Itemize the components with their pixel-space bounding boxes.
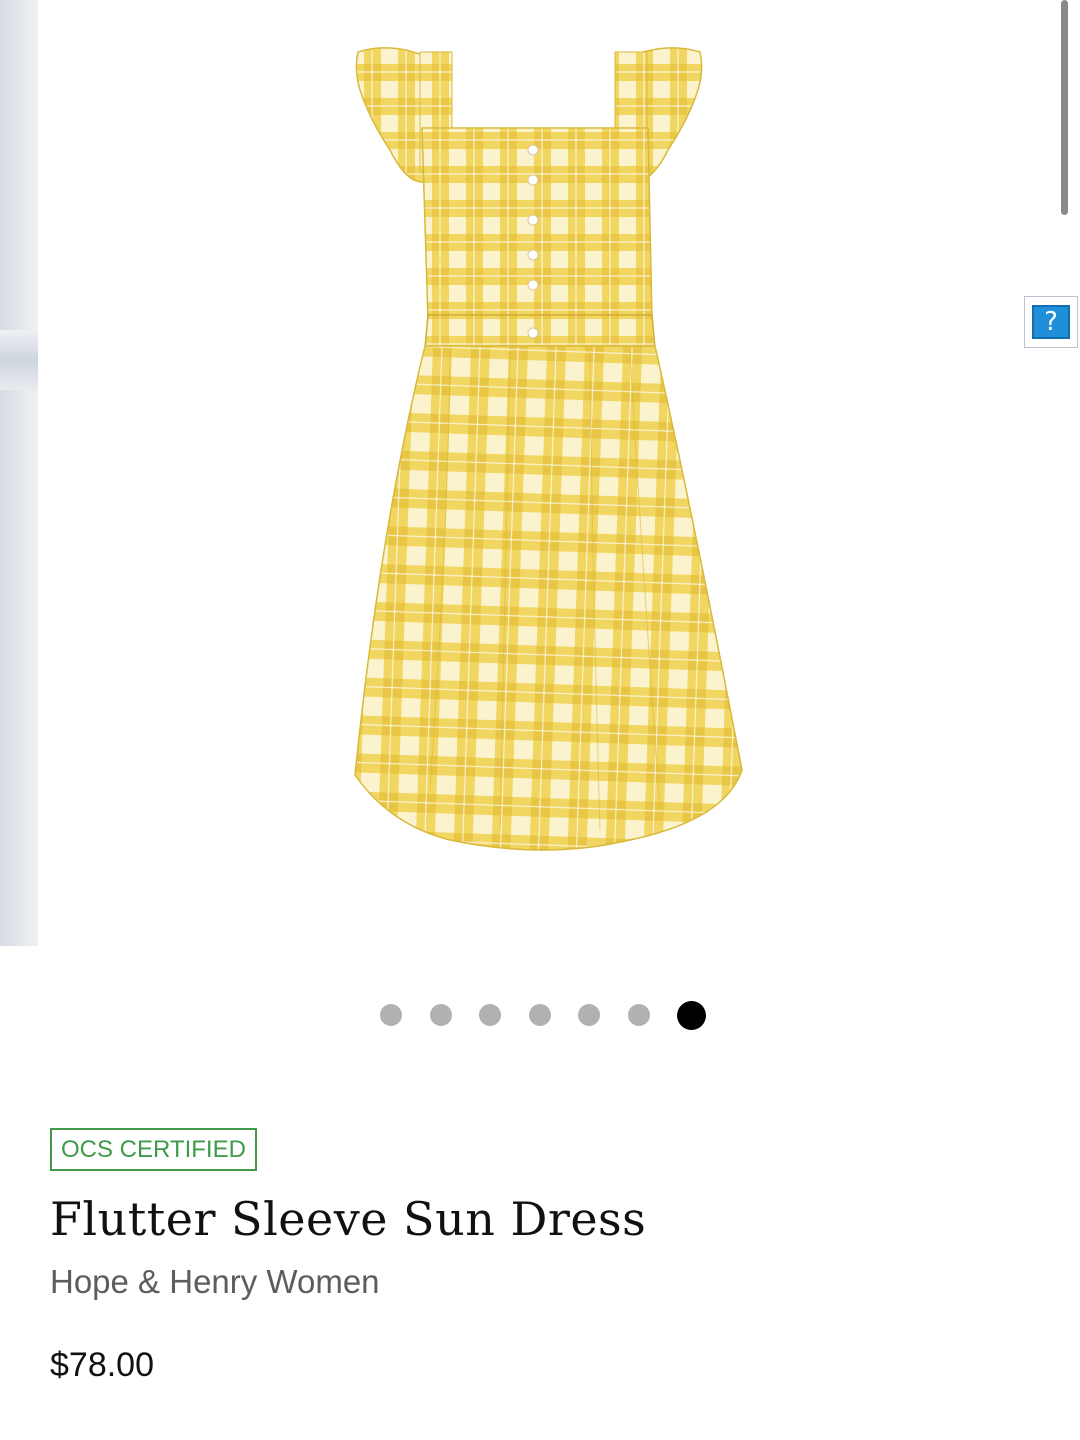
product-title: Flutter Sleeve Sun Dress bbox=[50, 1192, 647, 1246]
carousel-dot-5[interactable] bbox=[578, 1004, 600, 1026]
previous-slide-peek[interactable] bbox=[0, 0, 38, 946]
product-image-gallery[interactable] bbox=[0, 0, 1080, 946]
carousel-pagination bbox=[380, 1000, 706, 1030]
product-price: $78.00 bbox=[50, 1346, 154, 1384]
carousel-dot-6[interactable] bbox=[627, 1004, 650, 1026]
product-image[interactable] bbox=[330, 30, 770, 870]
carousel-dot-4[interactable] bbox=[528, 1004, 551, 1026]
carousel-dot-3[interactable] bbox=[479, 1004, 501, 1026]
previous-slide-image bbox=[0, 330, 38, 390]
product-brand[interactable]: Hope & Henry Women bbox=[50, 1263, 380, 1301]
certification-badge: OCS CERTIFIED bbox=[50, 1128, 257, 1171]
carousel-dot-2[interactable] bbox=[429, 1004, 452, 1026]
help-button[interactable]: ? bbox=[1024, 296, 1078, 348]
help-icon: ? bbox=[1032, 305, 1070, 339]
carousel-dot-1[interactable] bbox=[380, 1004, 402, 1026]
scrollbar-thumb[interactable] bbox=[1061, 0, 1068, 215]
carousel-dot-7-active[interactable] bbox=[677, 1000, 706, 1030]
product-page: ? OCS CERTIFIED Flutter Sleeve Sun Dress… bbox=[0, 0, 1080, 1440]
